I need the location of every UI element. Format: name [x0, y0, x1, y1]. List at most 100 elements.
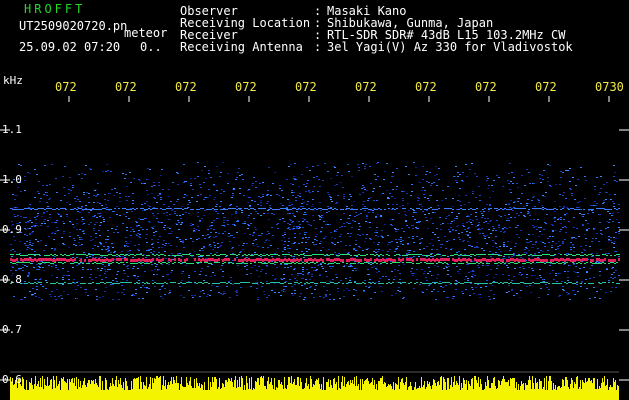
noise-pixel — [197, 216, 199, 217]
noise-pixel — [55, 299, 57, 300]
noise-pixel — [194, 251, 196, 252]
noise-pixel — [570, 189, 572, 190]
noise-pixel — [44, 263, 46, 264]
noise-pixel — [316, 176, 318, 177]
noise-pixel — [289, 213, 291, 214]
noise-pixel — [148, 221, 150, 222]
noise-pixel — [86, 257, 88, 258]
noise-pixel — [64, 195, 66, 196]
noise-pixel — [88, 262, 90, 263]
noise-pixel — [307, 274, 309, 275]
noise-pixel — [27, 247, 29, 248]
noise-pixel — [400, 237, 402, 238]
noise-pixel — [373, 188, 375, 189]
noise-pixel — [302, 269, 304, 270]
noise-pixel — [293, 207, 295, 208]
noise-pixel — [405, 215, 407, 216]
noise-pixel — [324, 237, 326, 238]
noise-pixel — [532, 247, 534, 248]
noise-pixel — [440, 286, 442, 287]
noise-pixel — [76, 298, 78, 299]
noise-pixel — [534, 263, 536, 264]
noise-pixel — [224, 231, 226, 232]
noise-pixel — [39, 261, 41, 262]
noise-pixel — [146, 292, 148, 293]
noise-pixel — [301, 285, 303, 286]
noise-pixel — [513, 202, 515, 203]
noise-pixel — [312, 191, 314, 192]
noise-pixel — [350, 233, 352, 234]
noise-pixel — [560, 229, 562, 230]
noise-pixel — [249, 206, 251, 207]
noise-pixel — [116, 256, 118, 257]
noise-pixel — [413, 162, 415, 163]
noise-pixel — [485, 286, 487, 287]
noise-pixel — [289, 279, 291, 280]
noise-pixel — [62, 221, 64, 222]
noise-pixel — [235, 291, 237, 292]
noise-pixel — [436, 174, 438, 175]
noise-pixel — [88, 193, 90, 194]
noise-pixel — [573, 217, 575, 218]
noise-pixel — [214, 275, 216, 276]
noise-pixel — [271, 213, 273, 214]
noise-pixel — [565, 170, 567, 171]
noise-pixel — [168, 264, 170, 265]
noise-pixel — [565, 198, 567, 199]
noise-pixel — [266, 266, 268, 267]
noise-pixel — [610, 237, 612, 238]
noise-pixel — [166, 215, 168, 216]
noise-pixel — [513, 276, 515, 277]
noise-pixel — [576, 284, 578, 285]
noise-pixel — [290, 266, 292, 267]
noise-pixel — [232, 195, 234, 196]
noise-pixel — [177, 199, 179, 200]
noise-pixel — [365, 286, 367, 287]
noise-pixel — [231, 214, 233, 215]
noise-pixel — [562, 195, 564, 196]
noise-pixel — [221, 265, 223, 266]
noise-pixel — [32, 294, 34, 295]
noise-pixel — [575, 266, 577, 267]
noise-pixel — [81, 173, 83, 174]
noise-pixel — [489, 299, 491, 300]
noise-pixel — [423, 248, 425, 249]
noise-pixel — [172, 182, 174, 183]
noise-pixel — [29, 242, 31, 243]
noise-pixel — [476, 242, 478, 243]
noise-pixel — [139, 180, 141, 181]
noise-pixel — [588, 210, 590, 211]
noise-pixel — [313, 297, 315, 298]
noise-pixel — [315, 228, 317, 229]
noise-pixel — [323, 286, 325, 287]
noise-pixel — [551, 224, 553, 225]
noise-pixel — [16, 216, 18, 217]
noise-pixel — [373, 208, 375, 209]
noise-pixel — [230, 280, 232, 281]
noise-pixel — [526, 242, 528, 243]
noise-pixel — [10, 270, 12, 271]
noise-pixel — [354, 221, 356, 222]
noise-pixel — [268, 219, 270, 220]
noise-pixel — [278, 195, 280, 196]
noise-pixel — [274, 264, 276, 265]
noise-pixel — [448, 240, 450, 241]
noise-pixel — [513, 253, 515, 254]
noise-pixel — [237, 221, 239, 222]
noise-pixel — [301, 242, 303, 243]
noise-pixel — [504, 231, 506, 232]
noise-pixel — [230, 204, 232, 205]
noise-pixel — [571, 237, 573, 238]
noise-pixel — [469, 219, 471, 220]
noise-pixel — [426, 220, 428, 221]
noise-pixel — [586, 230, 588, 231]
noise-pixel — [465, 164, 467, 165]
noise-pixel — [296, 227, 298, 228]
noise-pixel — [287, 267, 289, 268]
noise-pixel — [568, 293, 570, 294]
noise-pixel — [373, 242, 375, 243]
noise-pixel — [349, 194, 351, 195]
noise-pixel — [330, 268, 332, 269]
noise-pixel — [89, 277, 91, 278]
noise-pixel — [346, 206, 348, 207]
